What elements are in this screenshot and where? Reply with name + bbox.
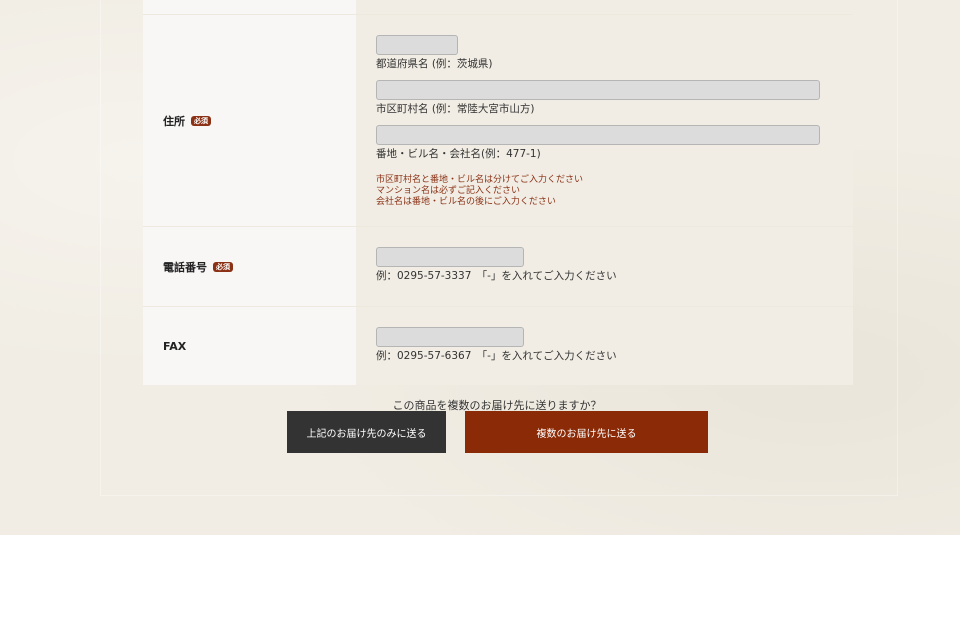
phone-label: 電話番号 [163, 260, 207, 274]
fax-field-cell: 例：0295-57-6367 「-」を入れてご入力ください [356, 307, 853, 385]
fax-input[interactable] [376, 327, 524, 347]
address-field-cell: 都道府県名 (例：茨城県) 市区町村名 (例：常陸大宮市山方) 番地・ビル名・会… [356, 15, 853, 226]
address-note: 会社名は番地・ビル名の後にご入力ください [376, 197, 556, 207]
street-hint: 番地・ビル名・会社名(例：477-1) [376, 148, 541, 160]
fax-row: FAX 例：0295-57-6367 「-」を入れてご入力ください [143, 306, 853, 385]
required-badge: 必須 [213, 261, 233, 272]
city-hint: 市区町村名 (例：常陸大宮市山方) [376, 103, 535, 115]
required-badge: 必須 [191, 115, 211, 126]
prefecture-input[interactable] [376, 35, 458, 55]
multiple-destinations-button[interactable]: 複数のお届け先に送る [465, 411, 708, 453]
phone-field-cell: 例：0295-57-3337 「-」を入れてご入力ください [356, 227, 853, 306]
address-notes: 市区町村名と番地・ビル名は分けてご入力ください マンション名は必ずご記入ください… [376, 175, 853, 208]
street-input[interactable] [376, 125, 820, 145]
prefecture-hint: 都道府県名 (例：茨城県) [376, 58, 493, 70]
page-background: 住所 必須 都道府県名 (例：茨城県) 市区町村名 (例：常陸大宮市山方) 番地… [0, 0, 960, 535]
fax-hint: 例：0295-57-6367 「-」を入れてご入力ください [376, 350, 617, 362]
fax-label: FAX [163, 339, 187, 353]
phone-row: 電話番号 必須 例：0295-57-3337 「-」を入れてご入力ください [143, 226, 853, 306]
address-row: 住所 必須 都道府県名 (例：茨城県) 市区町村名 (例：常陸大宮市山方) 番地… [143, 14, 853, 226]
shipping-form: 住所 必須 都道府県名 (例：茨城県) 市区町村名 (例：常陸大宮市山方) 番地… [143, 0, 853, 385]
previous-row-cell [356, 0, 853, 14]
previous-row [143, 0, 853, 14]
phone-input[interactable] [376, 247, 524, 267]
phone-label-cell: 電話番号 必須 [143, 227, 356, 306]
phone-hint: 例：0295-57-3337 「-」を入れてご入力ください [376, 270, 617, 282]
address-label-cell: 住所 必須 [143, 15, 356, 226]
previous-row-header [143, 0, 356, 14]
address-note: マンション名は必ずご記入ください [376, 186, 521, 196]
city-input[interactable] [376, 80, 820, 100]
address-label: 住所 [163, 114, 185, 128]
single-destination-button[interactable]: 上記のお届け先のみに送る [287, 411, 446, 453]
fax-label-cell: FAX [143, 307, 356, 385]
address-note: 市区町村名と番地・ビル名は分けてご入力ください [376, 175, 584, 185]
